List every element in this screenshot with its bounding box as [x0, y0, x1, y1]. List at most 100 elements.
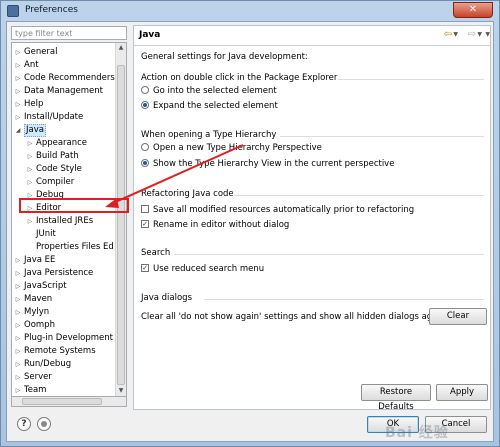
view-menu-icon[interactable]: ▼ — [485, 31, 490, 38]
checkbox-checked[interactable]: ✓ — [141, 220, 149, 228]
radio-button[interactable] — [141, 101, 149, 109]
expand-arrow-icon[interactable]: ▷ — [14, 85, 22, 98]
tree-item-label: Code Recommenders — [24, 73, 115, 83]
tree-item-label: Maven — [24, 294, 53, 304]
expand-arrow-icon[interactable]: ▷ — [14, 46, 22, 59]
tree-horizontal-scrollbar[interactable] — [11, 397, 127, 407]
preference-page: Java ⇦ ▼ ⇨ ▼ ▼ General settings for Java… — [133, 25, 491, 412]
expand-arrow-icon[interactable]: ▷ — [14, 358, 22, 371]
expand-arrow-icon[interactable]: ▷ — [26, 176, 34, 189]
apply-button[interactable]: Apply — [436, 384, 488, 401]
tree-item-label: Properties Files Ed — [36, 242, 114, 252]
expand-arrow-icon[interactable]: ▷ — [14, 306, 22, 319]
expand-arrow-icon[interactable]: ▷ — [14, 111, 22, 124]
expand-arrow-icon[interactable]: ▷ — [14, 59, 22, 72]
tree-item-label: General — [24, 47, 58, 57]
window-title: Preferences — [25, 5, 78, 15]
scroll-down-icon[interactable]: ▼ — [116, 386, 126, 396]
checkbox-checked[interactable]: ✓ — [141, 264, 149, 272]
preference-tree: ▷ General ▷ Ant ▷ Code Recommenders ▷ Data Mana… — [11, 42, 127, 397]
tree-item-label: JUnit — [36, 229, 56, 239]
tree-item-label: Build Path — [36, 151, 79, 161]
radio-button[interactable] — [141, 86, 149, 94]
back-arrow-icon[interactable]: ⇦ — [444, 29, 452, 40]
tree-item-label: Code Style — [36, 164, 82, 174]
tree-item-label: Install/Update — [24, 112, 84, 122]
expand-arrow-icon[interactable]: ▷ — [26, 163, 34, 176]
checkbox-label: Use reduced search menu — [153, 264, 265, 274]
tree-item-label: JavaScript — [24, 281, 67, 291]
group-separator — [204, 298, 484, 300]
double-click-group-title: Action on double click in the Package Ex… — [141, 73, 338, 83]
tree-item-label: Help — [24, 99, 44, 109]
hscroll-thumb[interactable] — [22, 398, 102, 405]
close-button[interactable]: ✕ — [453, 2, 493, 18]
page-description: General settings for Java development: — [141, 52, 308, 62]
page-header: Java ⇦ ▼ ⇨ ▼ ▼ — [134, 26, 490, 46]
tree-item-label: Oomph — [24, 320, 55, 330]
editor-highlight-box — [19, 198, 129, 213]
app-icon — [7, 5, 19, 17]
forward-arrow-icon[interactable]: ⇨ — [468, 29, 476, 40]
expand-arrow-icon[interactable]: ▷ — [14, 72, 22, 85]
expand-arrow-icon[interactable]: ▷ — [26, 150, 34, 163]
group-separator — [280, 135, 484, 137]
filter-input[interactable] — [11, 26, 127, 40]
preferences-window: Preferences ✕ ▷General▷Ant▷Code Recommen… — [0, 0, 500, 447]
checkbox-label: Save all modified resources automaticall… — [153, 205, 415, 215]
tree-item-label: Java — [24, 124, 46, 137]
expand-arrow-icon[interactable]: ▷ — [14, 319, 22, 332]
hierarchy-group-title: When opening a Type Hierarchy — [141, 130, 277, 140]
radio-button[interactable] — [141, 159, 149, 167]
expand-arrow-icon[interactable]: ▷ — [14, 98, 22, 111]
dialogs-text: Clear all 'do not show again' settings a… — [141, 312, 446, 322]
expand-arrow-icon[interactable]: ▷ — [14, 332, 22, 345]
tree-list: ▷ General ▷ Ant ▷ Code Recommenders ▷ Data Mana… — [12, 43, 116, 396]
search-group-title: Search — [141, 248, 171, 258]
expand-arrow-icon[interactable]: ▷ — [14, 280, 22, 293]
tree-item-label: Plug-in Development — [24, 333, 114, 343]
forward-dropdown-icon[interactable]: ▼ — [477, 31, 482, 38]
refactoring-group-title: Refactoring Java code — [141, 189, 234, 199]
expand-arrow-icon[interactable]: ▷ — [14, 371, 22, 384]
dialogs-group-title: Java dialogs — [141, 293, 193, 303]
watermark: Bai 经验 — [385, 425, 449, 441]
tree-item-label: Team — [24, 385, 47, 395]
expand-arrow-icon[interactable]: ▷ — [14, 345, 22, 358]
back-dropdown-icon[interactable]: ▼ — [453, 31, 458, 38]
group-separator — [234, 194, 484, 196]
tree-item-label: Ant — [24, 60, 39, 70]
tree-item-label: Data Management — [24, 86, 103, 96]
restore-defaults-button[interactable]: Restore Defaults — [361, 384, 431, 412]
clear-button[interactable]: Clear — [429, 308, 487, 325]
tree-item-label: Installed JREs — [36, 216, 94, 226]
scroll-up-icon[interactable]: ▲ — [116, 43, 126, 53]
radio-label: Show the Type Hierarchy View in the curr… — [153, 159, 395, 169]
title-bar: Preferences ✕ — [1, 1, 499, 21]
tree-item-label: Mylyn — [24, 307, 50, 317]
tree-vertical-scrollbar[interactable]: ▲ ▼ — [115, 43, 126, 396]
expand-arrow-icon[interactable]: ▷ — [14, 267, 22, 280]
expand-arrow-icon[interactable]: ▷ — [26, 137, 34, 150]
expand-arrow-icon[interactable]: ▷ — [14, 384, 22, 396]
collapse-arrow-icon[interactable]: ◢ — [14, 124, 22, 137]
expand-arrow-icon[interactable]: ▷ — [14, 293, 22, 306]
checkbox[interactable] — [141, 205, 149, 213]
tree-item-label: Java EE — [24, 255, 56, 265]
group-separator — [338, 78, 484, 80]
radio-label: Expand the selected element — [153, 101, 278, 111]
expand-arrow-icon[interactable]: ▷ — [14, 254, 22, 267]
tree-item-label: Compiler — [36, 177, 75, 187]
tree-item-label: Server — [24, 372, 52, 382]
radio-label: Go into the selected element — [153, 86, 277, 96]
radio-label: Open a new Type Hierarchy Perspective — [153, 143, 322, 153]
question-icon[interactable]: ? — [17, 417, 31, 431]
scroll-thumb[interactable] — [117, 65, 125, 385]
group-separator — [174, 253, 484, 255]
checkbox-label: Rename in editor without dialog — [153, 220, 290, 230]
tree-item-label: Remote Systems — [24, 346, 96, 356]
open-preferences-icon[interactable] — [37, 417, 51, 431]
tree-item-label: Java Persistence — [24, 268, 94, 278]
radio-button[interactable] — [141, 143, 149, 151]
expand-arrow-icon[interactable]: ▷ — [26, 215, 34, 228]
